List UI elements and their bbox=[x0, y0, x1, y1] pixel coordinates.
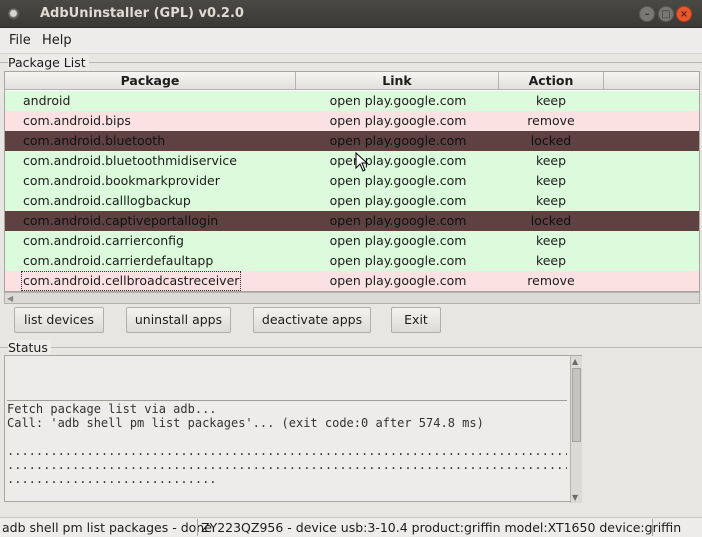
status-divider bbox=[0, 347, 702, 348]
status-bar: adb shell pm list packages - done ZY223Q… bbox=[0, 517, 702, 537]
link-cell[interactable]: open play.google.com bbox=[297, 251, 499, 271]
action-cell: keep bbox=[535, 233, 567, 248]
deactivate-apps-button[interactable]: deactivate apps bbox=[253, 307, 371, 333]
table-row[interactable]: com.android.bookmarkprovider open play.go… bbox=[5, 171, 699, 191]
status-line: Call: 'adb shell pm list packages'... (e… bbox=[7, 416, 484, 430]
table-row[interactable]: com.android.captiveportallogin open play.… bbox=[5, 211, 699, 231]
action-cell: remove bbox=[527, 113, 575, 128]
package-cell: com.android.calllogbackup bbox=[23, 193, 191, 208]
package-list-divider bbox=[0, 62, 702, 63]
status-text: Fetch package list via adb... Call: 'adb… bbox=[7, 356, 567, 503]
table-row[interactable]: com.android.calllogbackup open play.googl… bbox=[5, 191, 699, 211]
link-cell[interactable]: open play.google.com bbox=[297, 111, 499, 131]
action-cell: keep bbox=[535, 253, 567, 268]
table-header: Package Link Action bbox=[5, 72, 699, 90]
action-cell: remove bbox=[527, 273, 575, 288]
action-cell: keep bbox=[535, 173, 567, 188]
status-label: Status bbox=[8, 340, 51, 355]
package-cell: com.android.bookmarkprovider bbox=[23, 173, 220, 188]
link-cell[interactable]: open play.google.com bbox=[297, 151, 499, 171]
window-title: AdbUninstaller (GPL) v0.2.0 bbox=[40, 6, 244, 21]
column-header-link[interactable]: Link bbox=[296, 72, 499, 90]
package-cell: com.android.bips bbox=[23, 113, 131, 128]
table-row[interactable]: com.android.cellbroadcastreceiver open pl… bbox=[5, 271, 699, 291]
vertical-scrollbar[interactable]: ▲ ▼ bbox=[570, 356, 582, 503]
menu-file[interactable]: File bbox=[9, 33, 31, 48]
package-list-label: Package List bbox=[8, 55, 89, 70]
status-line: Fetch package list via adb... bbox=[7, 402, 217, 416]
exit-button[interactable]: Exit bbox=[391, 307, 441, 333]
link-cell[interactable]: open play.google.com bbox=[297, 171, 499, 191]
column-header-package[interactable]: Package bbox=[5, 72, 296, 90]
package-cell: com.android.captiveportallogin bbox=[23, 213, 219, 228]
action-cell: keep bbox=[535, 153, 567, 168]
list-devices-button[interactable]: list devices bbox=[14, 307, 104, 333]
link-cell[interactable]: open play.google.com bbox=[297, 191, 499, 211]
status-line: ........................................… bbox=[7, 444, 567, 458]
title-bar: AdbUninstaller (GPL) v0.2.0 – □ × bbox=[0, 0, 702, 28]
status-log[interactable]: Fetch package list via adb... Call: 'adb… bbox=[4, 355, 582, 503]
link-cell[interactable]: open play.google.com bbox=[297, 231, 499, 251]
menu-help[interactable]: Help bbox=[42, 33, 72, 48]
device-info: ZY223QZ956 - device usb:3-10.4 product:g… bbox=[201, 520, 682, 535]
package-cell: com.android.carrierconfig bbox=[23, 233, 184, 248]
link-cell[interactable]: open play.google.com bbox=[297, 91, 499, 111]
status-bar-divider bbox=[197, 519, 198, 536]
scroll-left-icon[interactable]: ◀ bbox=[7, 294, 13, 303]
package-cell: com.android.carrierdefaultapp bbox=[23, 253, 214, 268]
package-cell: android bbox=[23, 93, 71, 108]
scroll-down-icon[interactable]: ▼ bbox=[572, 493, 578, 502]
package-table[interactable]: Package Link Action android open play.goo… bbox=[4, 71, 700, 292]
link-cell[interactable]: open play.google.com bbox=[297, 131, 499, 151]
action-cell: locked bbox=[530, 133, 572, 148]
action-cell: locked bbox=[530, 213, 572, 228]
action-cell: keep bbox=[535, 193, 567, 208]
close-icon[interactable]: × bbox=[676, 6, 692, 22]
status-message: adb shell pm list packages - done bbox=[2, 520, 212, 535]
link-cell[interactable]: open play.google.com bbox=[297, 271, 499, 291]
column-header-action[interactable]: Action bbox=[499, 72, 604, 90]
minimize-icon[interactable]: – bbox=[639, 6, 655, 22]
package-cell: com.android.bluetoothmidiservice bbox=[23, 153, 237, 168]
action-cell: keep bbox=[535, 93, 567, 108]
link-cell[interactable]: open play.google.com bbox=[297, 211, 499, 231]
status-line: ............................. bbox=[7, 472, 217, 486]
table-row[interactable]: android open play.google.com keep bbox=[5, 91, 699, 111]
package-cell: com.android.cellbroadcastreceiver bbox=[21, 271, 242, 291]
menu-bar: File Help bbox=[0, 28, 702, 54]
action-buttons: list devices uninstall apps deactivate a… bbox=[0, 305, 702, 335]
scroll-up-icon[interactable]: ▲ bbox=[572, 357, 578, 366]
table-row[interactable]: com.android.carrierdefaultapp open play.g… bbox=[5, 251, 699, 271]
scrollbar-thumb[interactable] bbox=[572, 368, 581, 442]
uninstall-apps-button[interactable]: uninstall apps bbox=[126, 307, 231, 333]
status-line: ........................................… bbox=[7, 458, 567, 472]
table-row[interactable]: com.android.bluetooth open play.google.co… bbox=[5, 131, 699, 151]
table-row[interactable]: com.android.bluetoothmidiservice open pla… bbox=[5, 151, 699, 171]
table-row[interactable]: com.android.carrierconfig open play.googl… bbox=[5, 231, 699, 251]
status-separator bbox=[7, 400, 567, 401]
package-cell: com.android.bluetooth bbox=[23, 133, 166, 148]
maximize-icon[interactable]: □ bbox=[658, 6, 674, 22]
mouse-cursor-icon bbox=[355, 152, 369, 172]
status-bar-divider bbox=[652, 519, 653, 536]
table-row[interactable]: com.android.bips open play.google.com remo… bbox=[5, 111, 699, 131]
app-icon bbox=[8, 8, 20, 20]
horizontal-scrollbar[interactable]: ◀ bbox=[4, 292, 700, 304]
